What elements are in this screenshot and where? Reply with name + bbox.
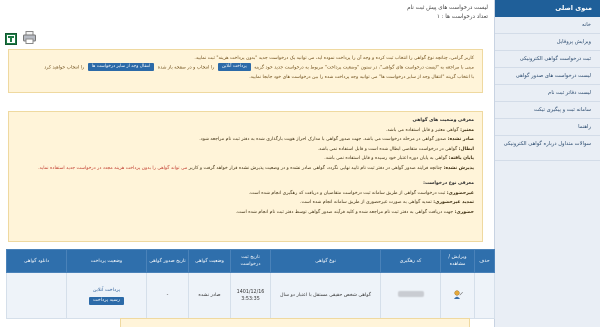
- sidebar-item-ticket-system[interactable]: سامانه ثبت و پیگیری تیکت: [495, 102, 600, 119]
- certificate-type-cell: گواهی شخص حقیقی مستقل با اعتبار دو سال: [270, 272, 381, 319]
- sidebar: منوی اصلی خانه ویرایش پروفایل ثبت درخواس…: [494, 0, 600, 327]
- request-date-cell: 1401/12/16 3:53:35: [230, 272, 271, 319]
- requests-table: حذف ویرایش / مشاهده کد رهگیری نوع گواهی …: [6, 249, 495, 319]
- payment-notice: کاربر گرامی، چنانچه نوع گواهی را انتخاب …: [8, 49, 483, 93]
- sidebar-item-new-certificate-request[interactable]: ثبت درخواست گواهی الکترونیکی: [495, 51, 600, 68]
- online-payment-button[interactable]: پرداخت آنلاین: [217, 63, 251, 71]
- col-edit-view[interactable]: ویرایش / مشاهده: [440, 249, 475, 273]
- sidebar-title: منوی اصلی: [495, 0, 600, 17]
- sidebar-item-home[interactable]: خانه: [495, 17, 600, 34]
- sidebar-item-edit-profile[interactable]: ویرایش پروفایل: [495, 34, 600, 51]
- redacted-tracking-code: [397, 291, 424, 297]
- payment-receipt-button[interactable]: رسید پرداخت: [89, 296, 124, 305]
- col-payment-status[interactable]: وضعیت پرداخت: [66, 249, 147, 273]
- download-cell: [6, 272, 67, 319]
- payment-status-cell: پرداخت آنلاین رسید پرداخت: [66, 272, 147, 319]
- request-type-heading: معرفی نوع درخواست:: [423, 181, 474, 186]
- request-count: تعداد درخواست ها : ۱: [436, 14, 488, 20]
- col-certificate-type[interactable]: نوع گواهی: [270, 249, 381, 273]
- status-item: پذیرش نشده: چنانچه فرایند صدور گواهی در …: [38, 165, 474, 171]
- request-type-item: تمدید غیرحضوری: تمدید گواهی به صورت غیرح…: [300, 200, 474, 205]
- sidebar-item-faq[interactable]: سوالات متداول درباره گواهی الکترونیکی: [495, 136, 600, 161]
- table-row: گواهی شخص حقیقی مستقل با اعتبار دو سال 1…: [6, 272, 495, 319]
- status-item: ابطال: گواهی در درخواست متقاضی ابطال شده…: [317, 146, 474, 152]
- issue-date-cell: -: [146, 272, 189, 319]
- status-legend-heading: معرفی وضعیت های گواهی: [412, 118, 474, 123]
- printer-icon[interactable]: [23, 29, 36, 44]
- page-title: لیست درخواست های پیش ثبت نام: [407, 5, 488, 11]
- edit-cell: [440, 272, 475, 319]
- status-legend: معرفی وضعیت های گواهی معتبر: گواهی معتبر…: [8, 111, 483, 242]
- sidebar-item-request-list[interactable]: لیست درخواست های صدور گواهی: [495, 68, 600, 85]
- col-tracking-code[interactable]: کد رهگیری: [380, 249, 441, 273]
- sidebar-item-registration-offices[interactable]: لیست دفاتر ثبت نام: [495, 85, 600, 102]
- excel-icon[interactable]: [5, 30, 17, 45]
- col-download[interactable]: دانلود گواهی: [6, 249, 67, 273]
- export-toolbar: [3, 28, 43, 45]
- bottom-notice-box: [120, 318, 470, 327]
- col-certificate-status[interactable]: وضعیت گواهی: [188, 249, 231, 273]
- col-request-date[interactable]: تاریخ ثبت درخواست: [230, 249, 271, 273]
- col-delete[interactable]: حذف: [474, 249, 495, 273]
- edit-view-icon[interactable]: [453, 289, 463, 301]
- status-item: صادر نشده: صدور گواهی در مرحله درخواست م…: [199, 137, 474, 142]
- tracking-code-cell: [380, 272, 441, 319]
- col-issue-date[interactable]: تاریخ صدور گواهی: [146, 249, 189, 273]
- notice-line-1: کاربر گرامی، چنانچه نوع گواهی را انتخاب …: [194, 56, 474, 61]
- request-type-item: غیرحضوری: ثبت درخواست گواهی از طریق ساما…: [248, 190, 474, 196]
- status-item: پایان یافته: گواهی به پایان دوره اعتبار …: [324, 156, 474, 161]
- certificate-status-cell: صادر نشده: [188, 272, 231, 319]
- delete-cell: [474, 272, 495, 319]
- table-header-row: حذف ویرایش / مشاهده کد رهگیری نوع گواهی …: [6, 249, 495, 273]
- sidebar-item-help[interactable]: راهنما: [495, 119, 600, 136]
- online-payment-label: پرداخت آنلاین: [92, 287, 121, 293]
- status-item: معتبر: گواهی معتبر و قابل استفاده می باش…: [385, 127, 474, 133]
- transfer-funds-button[interactable]: انتقال وجه از سایر درخواست ها: [87, 63, 155, 71]
- notice-line-2: مبنی با مراجعه به "لیست درخواست های گواه…: [44, 63, 474, 71]
- page-header: لیست درخواست های پیش ثبت نام تعداد درخوا…: [18, 4, 488, 22]
- notice-line-3: با انتخاب گزینه "انتقال وجه از سایر درخو…: [249, 74, 474, 80]
- request-type-item: حضوری: جهت دریافت گواهی به دفتر ثبت نام …: [235, 209, 474, 215]
